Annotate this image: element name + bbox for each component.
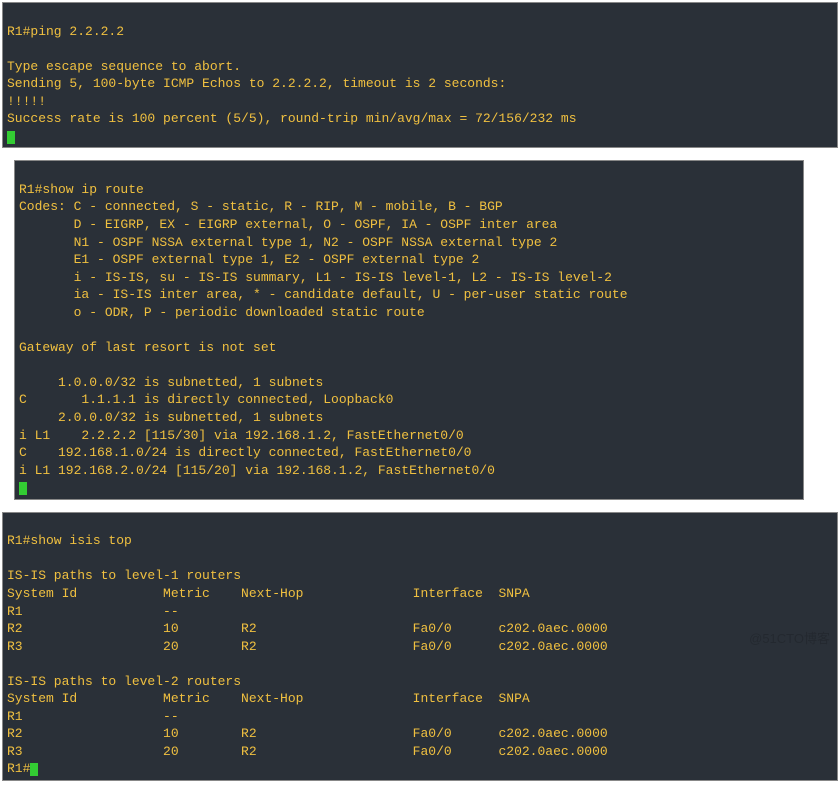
isis-l2-cols: System Id Metric Next-Hop Interface SNPA (7, 691, 530, 706)
cursor (19, 482, 27, 495)
cmd-ping: R1#ping 2.2.2.2 (7, 24, 124, 39)
isis-prompt-end: R1# (7, 761, 30, 776)
cmd-show-isis: R1#show isis top (7, 533, 132, 548)
isis-l1-row0: R1 -- (7, 604, 498, 619)
terminal-isis: R1#show isis top IS-IS paths to level-1 … (2, 512, 838, 781)
cursor (30, 763, 38, 776)
ping-output: Type escape sequence to abort. Sending 5… (7, 59, 577, 127)
route-gateway: Gateway of last resort is not set (19, 340, 276, 355)
terminal-ping: R1#ping 2.2.2.2 Type escape sequence to … (2, 2, 838, 148)
watermark: @51CTO博客 (749, 630, 830, 648)
isis-l1-row1: R2 10 R2 Fa0/0 c202.0aec.0000 (7, 621, 608, 636)
isis-l1-header: IS-IS paths to level-1 routers (7, 568, 241, 583)
terminal-route: R1#show ip route Codes: C - connected, S… (14, 160, 804, 499)
cmd-show-ip-route: R1#show ip route (19, 182, 144, 197)
route-codes: Codes: C - connected, S - static, R - RI… (19, 199, 628, 319)
isis-l2-row2: R3 20 R2 Fa0/0 c202.0aec.0000 (7, 744, 608, 759)
isis-l1-row2: R3 20 R2 Fa0/0 c202.0aec.0000 (7, 639, 608, 654)
isis-l2-header: IS-IS paths to level-2 routers (7, 674, 241, 689)
isis-l1-cols: System Id Metric Next-Hop Interface SNPA (7, 586, 530, 601)
route-table: 1.0.0.0/32 is subnetted, 1 subnets C 1.1… (19, 375, 495, 478)
isis-l2-row1: R2 10 R2 Fa0/0 c202.0aec.0000 (7, 726, 608, 741)
cursor (7, 131, 15, 144)
isis-l2-row0: R1 -- (7, 709, 498, 724)
